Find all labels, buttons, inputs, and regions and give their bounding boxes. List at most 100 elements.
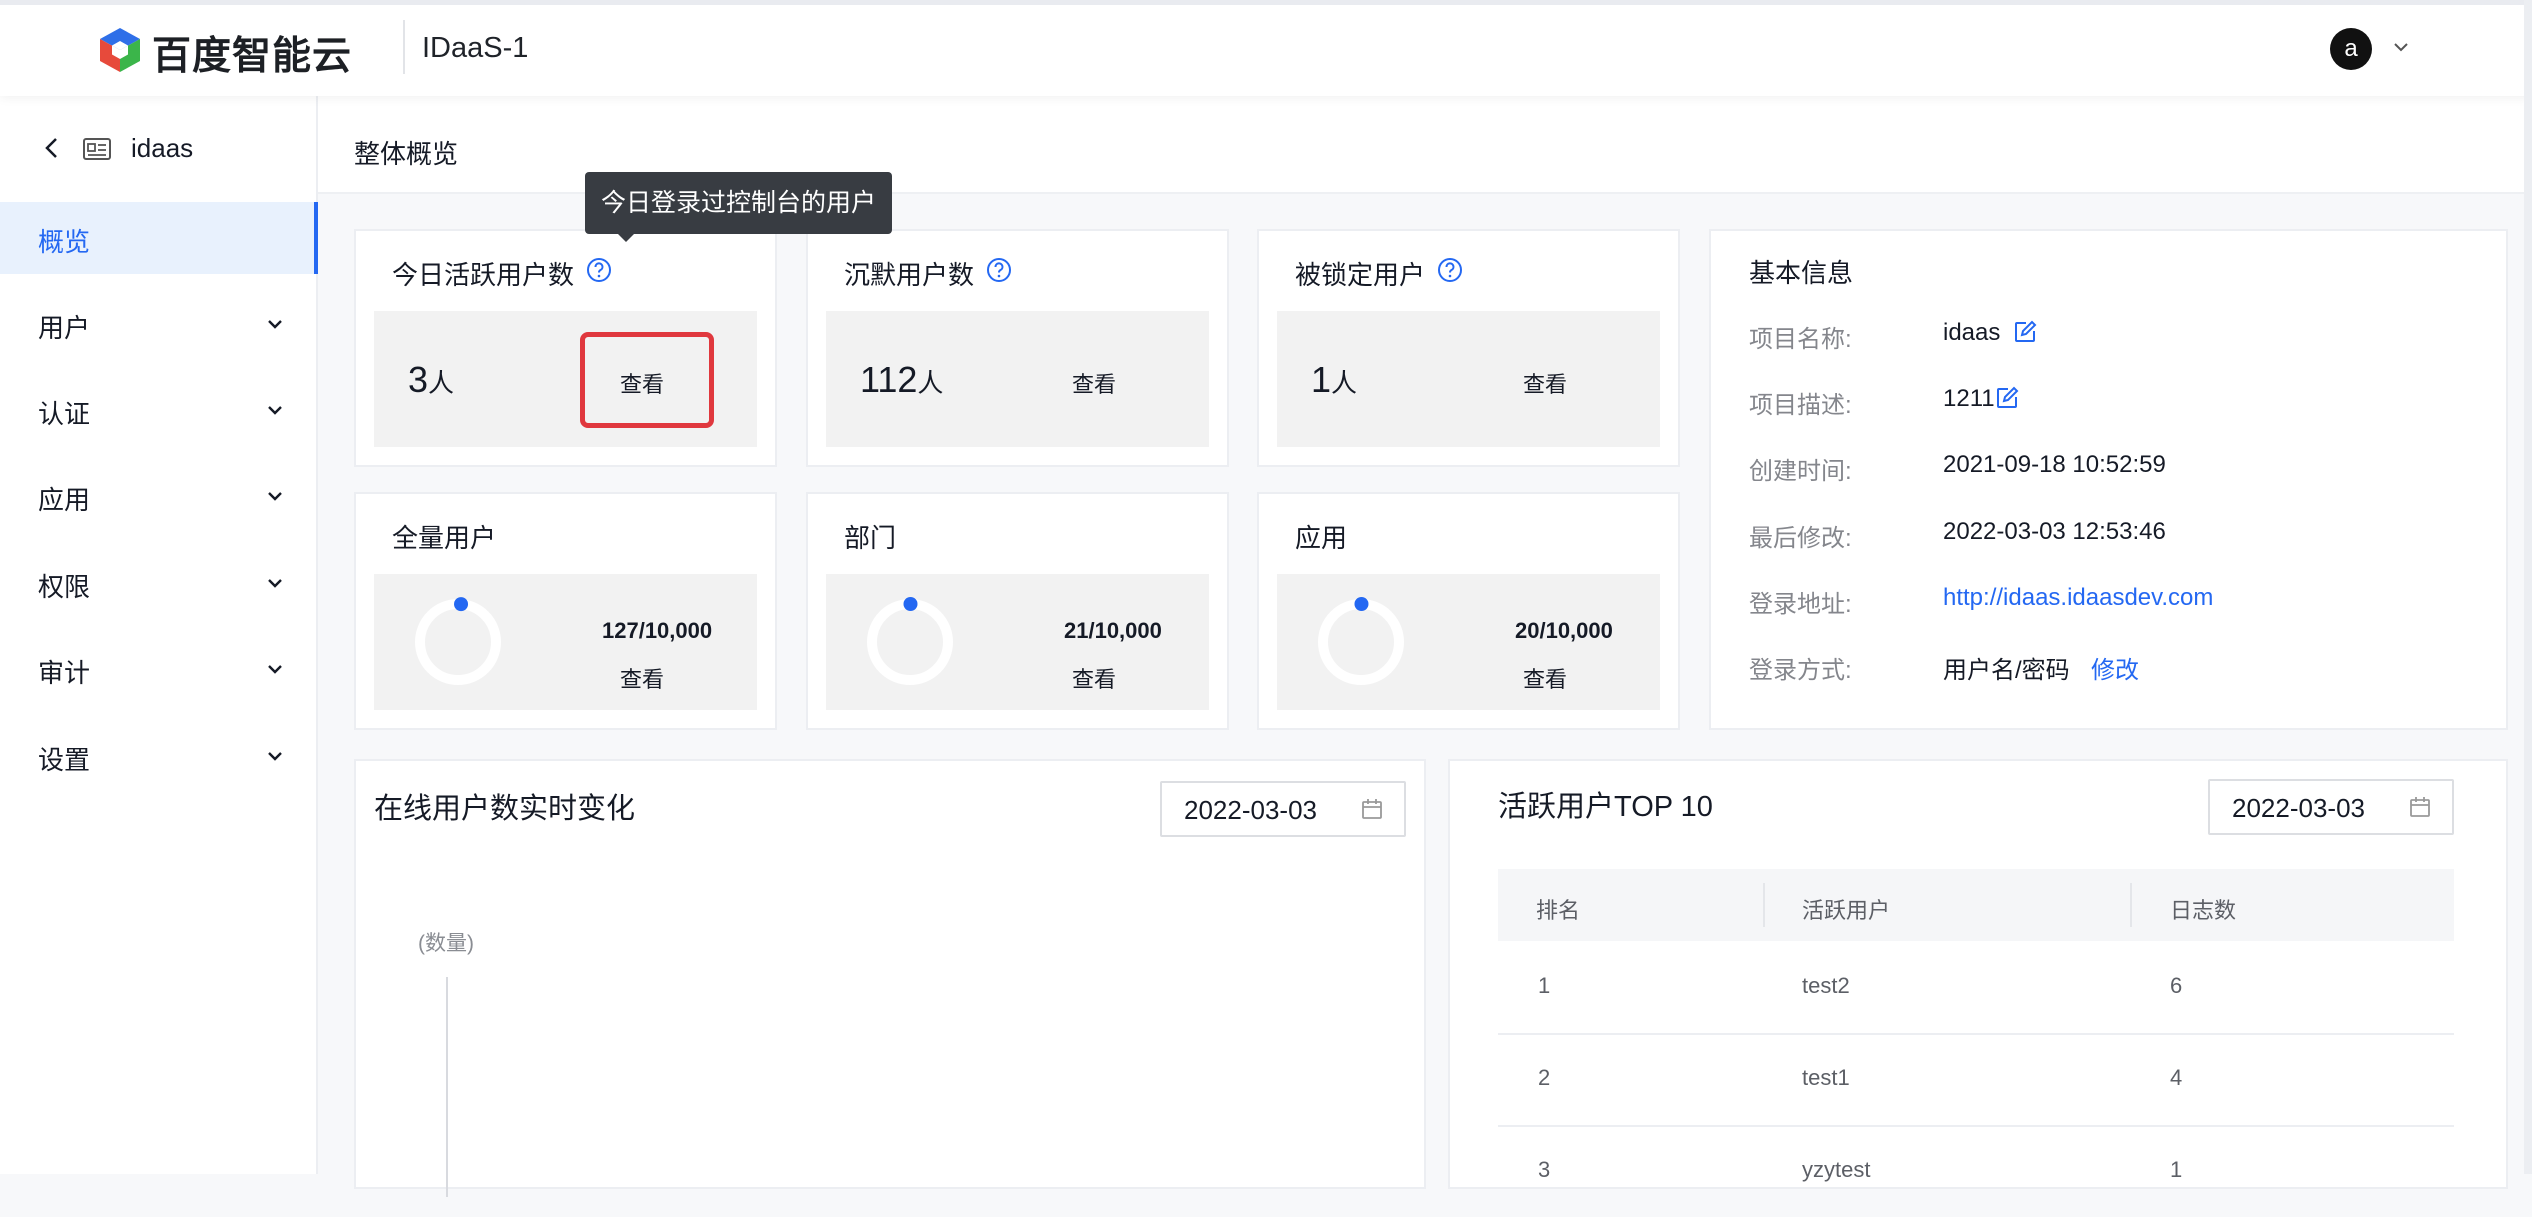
chevron-down-icon — [268, 492, 282, 501]
stat-panel: 112人 查看 — [826, 311, 1209, 447]
top10-date-picker[interactable]: 2022-03-03 — [2208, 779, 2454, 835]
sidebar-item-label: 应用 — [38, 485, 91, 515]
chart-title: 在线用户数实时变化 — [374, 793, 636, 825]
chevron-down-icon[interactable] — [2390, 36, 2412, 58]
modify-login-method-link[interactable]: 修改 — [2091, 650, 2139, 685]
log-count-cell: 4 — [2170, 1065, 2183, 1090]
info-label: 登录地址: — [1749, 591, 1852, 618]
rank-cell: 1 — [1538, 973, 1551, 998]
usage-ring — [415, 597, 501, 685]
login-url-link[interactable]: http://idaas.idaasdev.com — [1943, 584, 2213, 612]
y-axis-label: (数量) — [418, 932, 474, 955]
modified-time-value: 2022-03-03 12:53:46 — [1943, 518, 2166, 545]
sidebar-item-apps[interactable]: 应用 — [0, 460, 316, 532]
date-value: 2022-03-03 — [1184, 795, 1317, 825]
header-divider — [403, 20, 405, 74]
help-circle-icon[interactable] — [1437, 257, 1463, 283]
ring-track — [867, 599, 953, 685]
brand-name[interactable]: 百度智能云 — [152, 25, 352, 81]
info-label: 登录方式: — [1749, 657, 1852, 684]
ring-track — [1318, 599, 1404, 685]
column-header-log-count[interactable]: 日志数 — [2170, 893, 2236, 925]
quota-panel: 127/10,000 查看 — [374, 574, 757, 710]
sidebar-project-name[interactable]: idaas — [131, 133, 193, 164]
sidebar-item-users[interactable]: 用户 — [0, 288, 316, 360]
active-indicator — [314, 202, 318, 274]
user-cell: test1 — [1802, 1065, 1850, 1090]
sidebar-item-auth[interactable]: 认证 — [0, 374, 316, 446]
chevron-down-icon — [268, 406, 282, 415]
page-title: 整体概览 — [354, 139, 459, 169]
sidebar-item-label: 设置 — [38, 745, 91, 775]
view-link[interactable]: 查看 — [1072, 367, 1116, 399]
chevron-down-icon — [268, 665, 282, 674]
sidebar-item-label: 认证 — [38, 399, 91, 429]
highlight-box — [580, 332, 714, 428]
view-link[interactable]: 查看 — [1523, 662, 1567, 694]
help-circle-icon[interactable] — [586, 257, 612, 283]
quota-title: 应用 — [1295, 523, 1348, 553]
stat-card-locked-users: 被锁定用户 1人 查看 — [1257, 229, 1680, 467]
edit-icon[interactable] — [1995, 386, 2019, 410]
sidebar-item-label: 权限 — [38, 572, 91, 602]
info-label: 项目名称: — [1749, 326, 1852, 353]
rank-cell: 3 — [1538, 1157, 1551, 1182]
created-time-value: 2021-09-18 10:52:59 — [1943, 451, 2166, 478]
view-link[interactable]: 查看 — [620, 662, 664, 694]
chart-date-picker[interactable]: 2022-03-03 — [1160, 781, 1406, 837]
basic-info-title: 基本信息 — [1749, 258, 1854, 288]
table-row: 3 yzytest 1 — [1498, 1125, 2454, 1217]
stat-unit: 人 — [917, 368, 944, 398]
stat-value-group: 112人 — [860, 359, 943, 401]
edit-icon[interactable] — [2013, 320, 2037, 344]
basic-info-card: 基本信息 项目名称: idaas 项目描述: 1211 创建时间: 2021-0… — [1709, 229, 2508, 730]
help-circle-icon[interactable] — [986, 257, 1012, 283]
login-method-value: 用户名/密码 — [1943, 657, 2070, 684]
tooltip-arrow — [617, 233, 635, 242]
project-card-icon — [83, 138, 111, 160]
sidebar-item-label: 用户 — [38, 313, 91, 343]
stat-unit: 人 — [1331, 368, 1358, 398]
y-axis-line — [446, 977, 448, 1197]
page-scrollbar[interactable] — [2524, 0, 2532, 1174]
stat-value: 1 — [1311, 359, 1332, 400]
quota-value: 20/10,000 — [1515, 618, 1613, 643]
table-row: 1 test2 6 — [1498, 941, 2454, 1035]
top10-title: 活跃用户TOP 10 — [1498, 791, 1713, 823]
calendar-icon — [1362, 799, 1382, 819]
back-arrow-icon[interactable] — [40, 133, 62, 163]
column-header-user[interactable]: 活跃用户 — [1802, 893, 1890, 925]
sidebar-item-permissions[interactable]: 权限 — [0, 547, 316, 619]
quota-value: 21/10,000 — [1064, 618, 1162, 643]
stat-title: 今日活跃用户数 — [392, 260, 575, 290]
view-link[interactable]: 查看 — [1523, 367, 1567, 399]
usage-ring — [1318, 597, 1404, 685]
quota-card-departments: 部门 21/10,000 查看 — [806, 492, 1229, 730]
column-header-rank[interactable]: 排名 — [1536, 893, 1580, 925]
quota-panel: 20/10,000 查看 — [1277, 574, 1660, 710]
info-label: 最后修改: — [1749, 525, 1852, 552]
user-avatar[interactable]: a — [2330, 28, 2372, 70]
stat-value-group: 1人 — [1311, 359, 1357, 401]
column-divider — [2130, 883, 2132, 927]
quota-value: 127/10,000 — [602, 618, 713, 643]
date-value: 2022-03-03 — [2232, 793, 2365, 823]
baidu-cloud-logo-icon[interactable] — [98, 26, 142, 74]
window-top-border — [0, 0, 2532, 5]
online-users-chart-card: 在线用户数实时变化 2022-03-03 (数量) — [354, 759, 1426, 1197]
view-link[interactable]: 查看 — [1072, 662, 1116, 694]
stat-card-silent-users: 沉默用户数 112人 查看 — [806, 229, 1229, 467]
sidebar-item-audit[interactable]: 审计 — [0, 633, 316, 705]
sidebar-item-overview[interactable]: 概览 — [0, 202, 318, 274]
sidebar-item-settings[interactable]: 设置 — [0, 720, 316, 792]
chevron-down-icon — [268, 579, 282, 588]
usage-ring — [867, 597, 953, 685]
current-project-name[interactable]: IDaaS-1 — [422, 32, 528, 65]
quota-card-all-users: 全量用户 127/10,000 查看 — [354, 492, 777, 730]
log-count-cell: 1 — [2170, 1157, 2183, 1182]
user-cell: test2 — [1802, 973, 1850, 998]
stat-panel: 1人 查看 — [1277, 311, 1660, 447]
stat-title: 沉默用户数 — [844, 260, 975, 290]
column-divider — [1763, 883, 1765, 927]
ring-progress — [1354, 597, 1369, 612]
